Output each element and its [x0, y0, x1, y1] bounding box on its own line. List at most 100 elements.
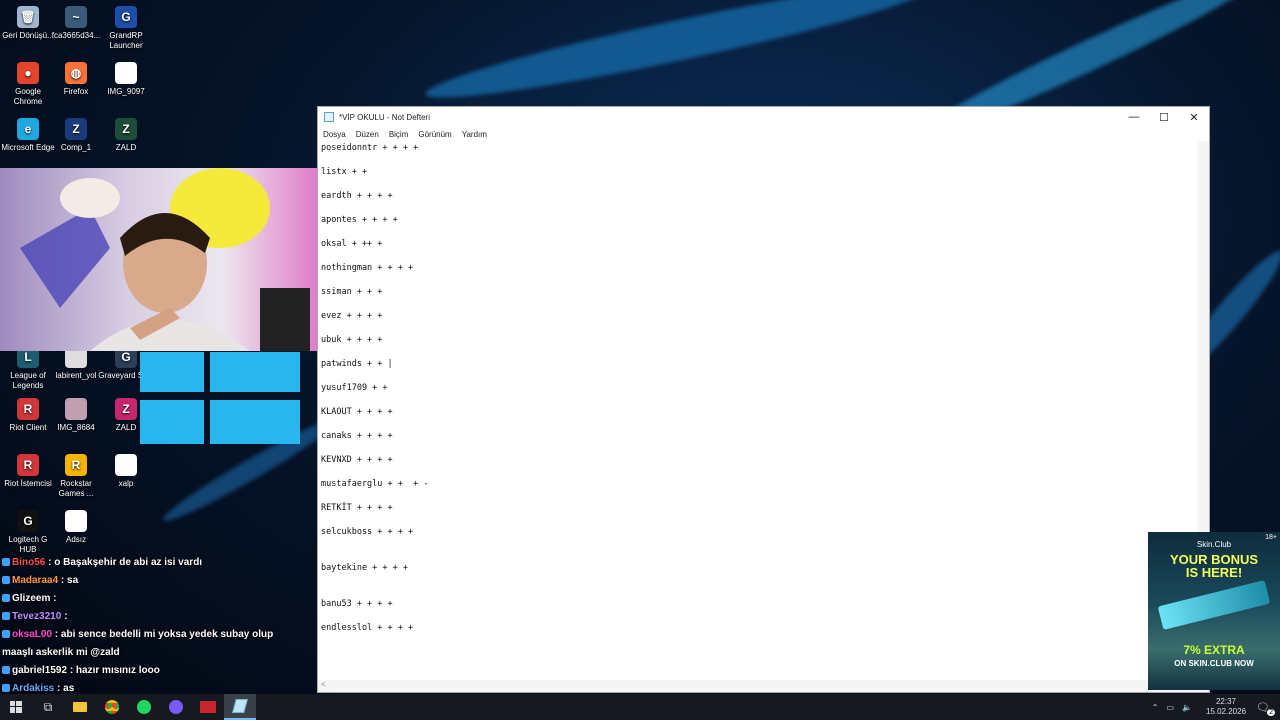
chat-text: : as: [54, 683, 75, 694]
menu-duzen[interactable]: Düzen: [356, 130, 379, 139]
desktop-icon-label: Geri Dönüşü...: [2, 31, 54, 40]
chat-text: : sa: [58, 575, 79, 586]
text-line: eardth + + + +: [321, 191, 393, 201]
desktop-icon-adsiz[interactable]: Adsız: [48, 510, 104, 545]
text-line: apontes + + + +: [321, 215, 398, 225]
notepad-window[interactable]: *VİP OKULU - Not Defteri — ☐ ✕ Dosya Düz…: [317, 106, 1210, 693]
zald-icon: Z: [115, 118, 137, 140]
text-line: oksal + ++ +: [321, 239, 383, 249]
desktop-icon-label: IMG_8684: [57, 423, 95, 432]
edge-icon: e: [17, 118, 39, 140]
chat-username: Glizeem: [12, 593, 51, 604]
chat-message: Bino56 : o Başakşehir de abi az isi vard…: [2, 554, 322, 572]
windows-logo: [140, 352, 300, 452]
desktop-icon-label: Rockstar Games ...: [58, 479, 94, 498]
firefox-icon: ◍: [65, 62, 87, 84]
menu-yardim[interactable]: Yardım: [462, 130, 487, 139]
window-title: *VİP OKULU - Not Defteri: [339, 112, 430, 122]
desktop-icon-img9097[interactable]: IMG_9097: [98, 62, 154, 97]
desktop-icon-zald1[interactable]: Z ZALD: [98, 118, 154, 153]
desktop-icon-label: ZALD: [115, 143, 137, 152]
desktop-icon-comp1[interactable]: Z Comp_1: [48, 118, 104, 153]
ad-cta[interactable]: ON SKIN.CLUB NOW: [1148, 659, 1280, 668]
desktop-icon-label: Microsoft Edge: [1, 143, 55, 152]
clock-date: 15.02.2026: [1205, 707, 1247, 716]
network-icon[interactable]: ▭: [1166, 703, 1174, 712]
rifle-image: [1157, 580, 1271, 630]
chat-badge-icon: [2, 666, 10, 675]
volume-icon[interactable]: 🔈: [1182, 703, 1192, 712]
desktop-icon-label: Adsız: [65, 535, 86, 544]
start-button[interactable]: [0, 694, 32, 720]
clock-time: 22:37: [1215, 697, 1237, 706]
text-line: KEVNXD + + + +: [321, 455, 393, 465]
desktop-icon-label: xalp: [118, 479, 134, 488]
chat-text: maaşlı askerlik mi @zald: [2, 647, 120, 658]
desktop-icon-grandrp[interactable]: G GrandRP Launcher: [98, 6, 154, 51]
minimize-button[interactable]: —: [1119, 111, 1149, 124]
stream-chat: Bino56 : o Başakşehir de abi az isi vard…: [2, 554, 322, 698]
text-line: ssiman + + +: [321, 287, 383, 297]
discord-icon[interactable]: [160, 694, 192, 720]
text-line: poseidonntr + + + +: [321, 143, 419, 153]
chat-username: gabriel1592: [12, 665, 68, 676]
skinclub-ad[interactable]: 18+ Skin.Club YOUR BONUS IS HERE! 7% EXT…: [1148, 532, 1280, 690]
desktop-icon-fca[interactable]: ~ fca3665d34...: [48, 6, 104, 41]
desktop-icon-label: fca3665d34...: [51, 31, 101, 40]
ad-extra: 7% EXTRA: [1183, 643, 1245, 657]
stream-app-icon[interactable]: [192, 694, 224, 720]
chat-badge-icon: [2, 630, 10, 639]
desktop-icon-firefox[interactable]: ◍ Firefox: [48, 62, 104, 97]
text-line: nothingman + + + +: [321, 263, 414, 273]
recycle-bin-icon: 🗑: [17, 6, 39, 28]
desktop-icon-labirent[interactable]: labirent_yol: [48, 346, 104, 381]
chat-username: Ardakiss: [12, 683, 55, 694]
horizontal-scrollbar[interactable]: <: [318, 680, 1209, 692]
comp-icon: Z: [65, 118, 87, 140]
notepad-taskbar-icon[interactable]: [224, 694, 256, 720]
close-button[interactable]: ✕: [1179, 111, 1209, 124]
windows-icon: [10, 701, 22, 713]
title-bar[interactable]: *VİP OKULU - Not Defteri — ☐ ✕: [318, 107, 1209, 127]
tray-chevron-icon[interactable]: ⌃: [1152, 703, 1159, 712]
webcam-feed: [0, 168, 318, 351]
text-line: selcukboss + + + +: [321, 527, 414, 537]
spotify-icon[interactable]: [128, 694, 160, 720]
desktop-icon-label: Firefox: [63, 87, 89, 96]
chrome-icon: ●: [17, 62, 39, 84]
chat-username: oksaL00: [12, 629, 53, 640]
file-icon: [115, 454, 137, 476]
text-line: KLAOUT + + + +: [321, 407, 393, 417]
maximize-button[interactable]: ☐: [1149, 111, 1179, 124]
desktop-icon-rockstar[interactable]: R Rockstar Games ...: [48, 454, 104, 499]
desktop-icon-xalp[interactable]: xalp: [98, 454, 154, 489]
desktop-icon-label: Comp_1: [60, 143, 92, 152]
menu-bicim[interactable]: Biçim: [389, 130, 409, 139]
webcam-overlay: [0, 168, 318, 351]
text-editor[interactable]: poseidonntr + + + + listx + + eardth + + +…: [318, 141, 1197, 680]
text-line: banu53 + + + +: [321, 599, 393, 609]
chat-username: Tevez3210: [12, 611, 62, 622]
task-view-icon[interactable]: ⧉: [32, 694, 64, 720]
chat-message: Glizeem :: [2, 590, 322, 608]
chat-text: : abi sence bedelli mi yoksa yedek subay…: [52, 629, 274, 640]
file-explorer-icon[interactable]: [64, 694, 96, 720]
logitech-icon: G: [17, 510, 39, 532]
text-line: evez + + + +: [321, 311, 383, 321]
notification-icon[interactable]: 🗨 2: [1256, 701, 1275, 716]
chat-message: maaşlı askerlik mi @zald: [2, 644, 322, 662]
text-line: endlesslol + + + +: [321, 623, 414, 633]
chat-text: :: [50, 593, 57, 604]
text-line: RETKİT + + + +: [321, 503, 393, 513]
menu-bar: Dosya Düzen Biçim Görünüm Yardım: [318, 127, 1209, 141]
desktop-icon-img8684[interactable]: IMG_8684: [48, 398, 104, 433]
file-icon: ~: [65, 6, 87, 28]
text-line: ubuk + + + +: [321, 335, 383, 345]
image-file-icon: [115, 62, 137, 84]
menu-gorunum[interactable]: Görünüm: [418, 130, 451, 139]
riot-icon: R: [17, 398, 39, 420]
chat-message: Tevez3210 :: [2, 608, 322, 626]
clock[interactable]: 22:37 15.02.2026: [1206, 697, 1246, 717]
chrome-icon[interactable]: [96, 694, 128, 720]
menu-dosya[interactable]: Dosya: [323, 130, 346, 139]
